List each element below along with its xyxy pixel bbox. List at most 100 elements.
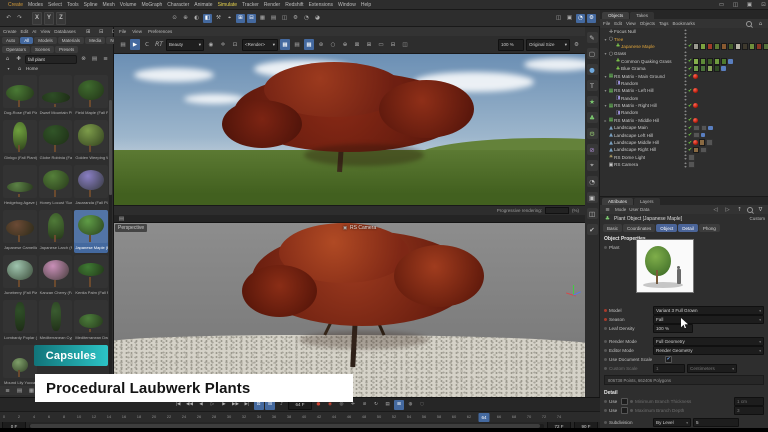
custom-button[interactable]: Custom — [749, 216, 765, 221]
material-swatch[interactable] — [763, 43, 768, 50]
breadcrumb[interactable]: ▾ ⌂ Home — [0, 64, 113, 73]
timeline-ruler[interactable]: 0246810121416182022242628303234363840424… — [0, 411, 600, 422]
rt-label[interactable]: RT — [154, 39, 164, 50]
region-icon[interactable]: ○ — [328, 39, 338, 50]
enabled-check-icon[interactable]: ✔ — [688, 125, 692, 131]
model-dropdown[interactable]: Variant 3 Full Grown▾ — [653, 306, 764, 315]
enabled-check-icon[interactable]: ✔ — [688, 103, 692, 109]
filter-icon[interactable]: ⊛ — [316, 39, 326, 50]
object-row-landscape-middle-hill-15[interactable]: ▲Landscape Middle Hill✔ — [600, 139, 768, 146]
visibility-dots[interactable] — [684, 162, 687, 168]
attr-tab-basic[interactable]: Basic — [603, 224, 622, 232]
min-branch-field[interactable]: 1 cm — [734, 397, 764, 406]
enabled-check-icon[interactable]: ✔ — [688, 66, 692, 72]
axis-x-button[interactable]: X — [32, 12, 42, 25]
panel-tab-attributes[interactable]: Attributes — [602, 198, 633, 205]
undo-icon[interactable]: ↶ — [4, 14, 13, 23]
toolbar-right-icon-1[interactable]: ▣ — [565, 14, 574, 23]
material-swatch[interactable] — [714, 43, 720, 50]
display-icon[interactable]: ◫ — [587, 208, 598, 219]
ab-menu-create[interactable]: Create — [3, 29, 17, 34]
ab-menu-ai[interactable]: AI — [32, 29, 36, 34]
visibility-dots[interactable] — [684, 73, 687, 79]
material-swatch[interactable] — [693, 58, 699, 65]
generic-tag-icon[interactable] — [706, 139, 713, 146]
asset-item-japanese-maple-fall[interactable]: Japanese Maple (Fall ... — [74, 210, 108, 253]
object-row-rs-matrix-left-hill-8[interactable]: ▾▦RS Matrix - Left Hill✔ — [600, 87, 768, 94]
menu-item-simulate[interactable]: Simulate — [218, 2, 237, 8]
generic-tag-icon[interactable] — [688, 154, 695, 161]
object-row-landscape-left-hill-14[interactable]: ▲Landscape Left Hill✔ — [600, 131, 768, 138]
visibility-dots[interactable] — [684, 43, 687, 49]
toolbar-icon-12[interactable]: ◔ — [302, 14, 311, 23]
camera-icon[interactable]: ▣ — [587, 192, 598, 203]
solo-button[interactable]: ◍ — [406, 400, 416, 410]
object-row-rs-camera-18[interactable]: ▣RS Camera — [600, 161, 768, 168]
axis-y-button[interactable]: Y — [44, 12, 54, 25]
panel-tab-layers[interactable]: Layers — [634, 198, 660, 205]
visibility-dots[interactable] — [684, 103, 687, 109]
material-swatch[interactable] — [735, 43, 741, 50]
toolbar-right-icon-3[interactable]: ⚙ — [587, 14, 596, 23]
key-rotation-button[interactable]: ↻ — [371, 400, 381, 410]
pv-menu-file[interactable]: File — [119, 29, 126, 34]
editor-mode-dropdown[interactable]: Render Geometry▾ — [653, 346, 764, 355]
enabled-check-icon[interactable]: ✔ — [688, 43, 692, 49]
axis-z-button[interactable]: Z — [56, 12, 66, 25]
zoom-level-field[interactable]: 100 % — [498, 39, 524, 51]
object-row-tree-1[interactable]: ▾○Tree — [600, 35, 768, 42]
visibility-dots[interactable] — [684, 132, 687, 138]
menu-item-spline[interactable]: Spline — [84, 2, 98, 8]
visibility-dots[interactable] — [684, 147, 687, 153]
menu-item-modes[interactable]: Modes — [28, 2, 43, 8]
menu-item-create[interactable]: Create — [8, 2, 23, 8]
attr-tab-coordinates[interactable]: Coordinates — [623, 224, 655, 232]
visibility-dots[interactable] — [684, 154, 687, 160]
tab-materials[interactable]: Materials — [58, 37, 84, 44]
toolbar-icon-4[interactable]: ⚒ — [214, 14, 223, 23]
subdivision-field[interactable]: 5 — [693, 418, 739, 427]
home-icon[interactable]: ⌂ — [3, 55, 12, 64]
object-row-japanese-maple-2[interactable]: ♣Japanese Maple✔ — [600, 43, 768, 50]
gear-icon[interactable]: ⚙ — [572, 40, 581, 49]
toolbar-icon-2[interactable]: ◐ — [192, 14, 201, 23]
menu-item-help[interactable]: Help — [361, 2, 371, 8]
visibility-dots[interactable] — [684, 117, 687, 123]
toolbar-icon-7[interactable]: ⊟ — [247, 14, 256, 23]
attr-tab-object[interactable]: Object — [656, 224, 677, 232]
enabled-check-icon[interactable]: ✔ — [688, 117, 692, 123]
om-menu-view[interactable]: View — [626, 21, 636, 26]
volume-icon[interactable]: ◔ — [587, 176, 598, 187]
om-menu-tags[interactable]: Tags — [659, 21, 669, 26]
custom-scale-field[interactable]: 1 — [653, 364, 685, 373]
dual-monitor-icon[interactable]: ⊟ — [388, 39, 398, 50]
tab-models[interactable]: Models — [34, 37, 57, 44]
generic-tag-icon[interactable] — [688, 161, 695, 168]
viewport-name-label[interactable]: Perspective — [115, 224, 147, 232]
tab-presets[interactable]: Presets — [55, 46, 78, 53]
tag-icon[interactable] — [708, 126, 713, 131]
asset-item-kanzan-cherry-fall-pl[interactable]: Kanzan Cherry (Fall Pl... — [39, 255, 73, 298]
visibility-dots[interactable] — [684, 51, 687, 57]
object-row-rs-dome-light-17[interactable]: ☀RS Dome Light — [600, 154, 768, 161]
image-size-dropdown[interactable]: Original Size▾ — [526, 39, 570, 51]
object-row-blue-grama-5[interactable]: ♣Blue Grama✔ — [600, 65, 768, 72]
browser-menu-icon[interactable]: ≡ — [101, 55, 110, 64]
object-row-focus-null-0[interactable]: ✛Focus Null — [600, 28, 768, 35]
pass-dropdown[interactable]: Beauty▾ — [166, 39, 204, 51]
object-row-landscape-right-hill-16[interactable]: ▲Landscape Right Hill✔ — [600, 146, 768, 153]
tab-auto[interactable]: Auto — [2, 37, 19, 44]
min-branch-use-checkbox[interactable] — [621, 398, 628, 405]
material-swatch[interactable] — [700, 65, 706, 72]
om-menu-objects[interactable]: Objects — [640, 21, 655, 26]
refresh-icon[interactable]: C — [142, 39, 152, 50]
enabled-check-icon[interactable]: ✔ — [688, 140, 692, 146]
filter-icon[interactable]: ∇ — [756, 205, 765, 214]
enabled-check-icon[interactable]: ✔ — [688, 58, 692, 64]
visibility-dots[interactable] — [684, 125, 687, 131]
enabled-check-icon[interactable]: ✔ — [688, 88, 692, 94]
visibility-dots[interactable] — [684, 88, 687, 94]
attr-tab-phong[interactable]: Phong — [699, 224, 720, 232]
material-swatch[interactable] — [749, 43, 755, 50]
pen-tool-icon[interactable]: ✎ — [587, 32, 598, 43]
